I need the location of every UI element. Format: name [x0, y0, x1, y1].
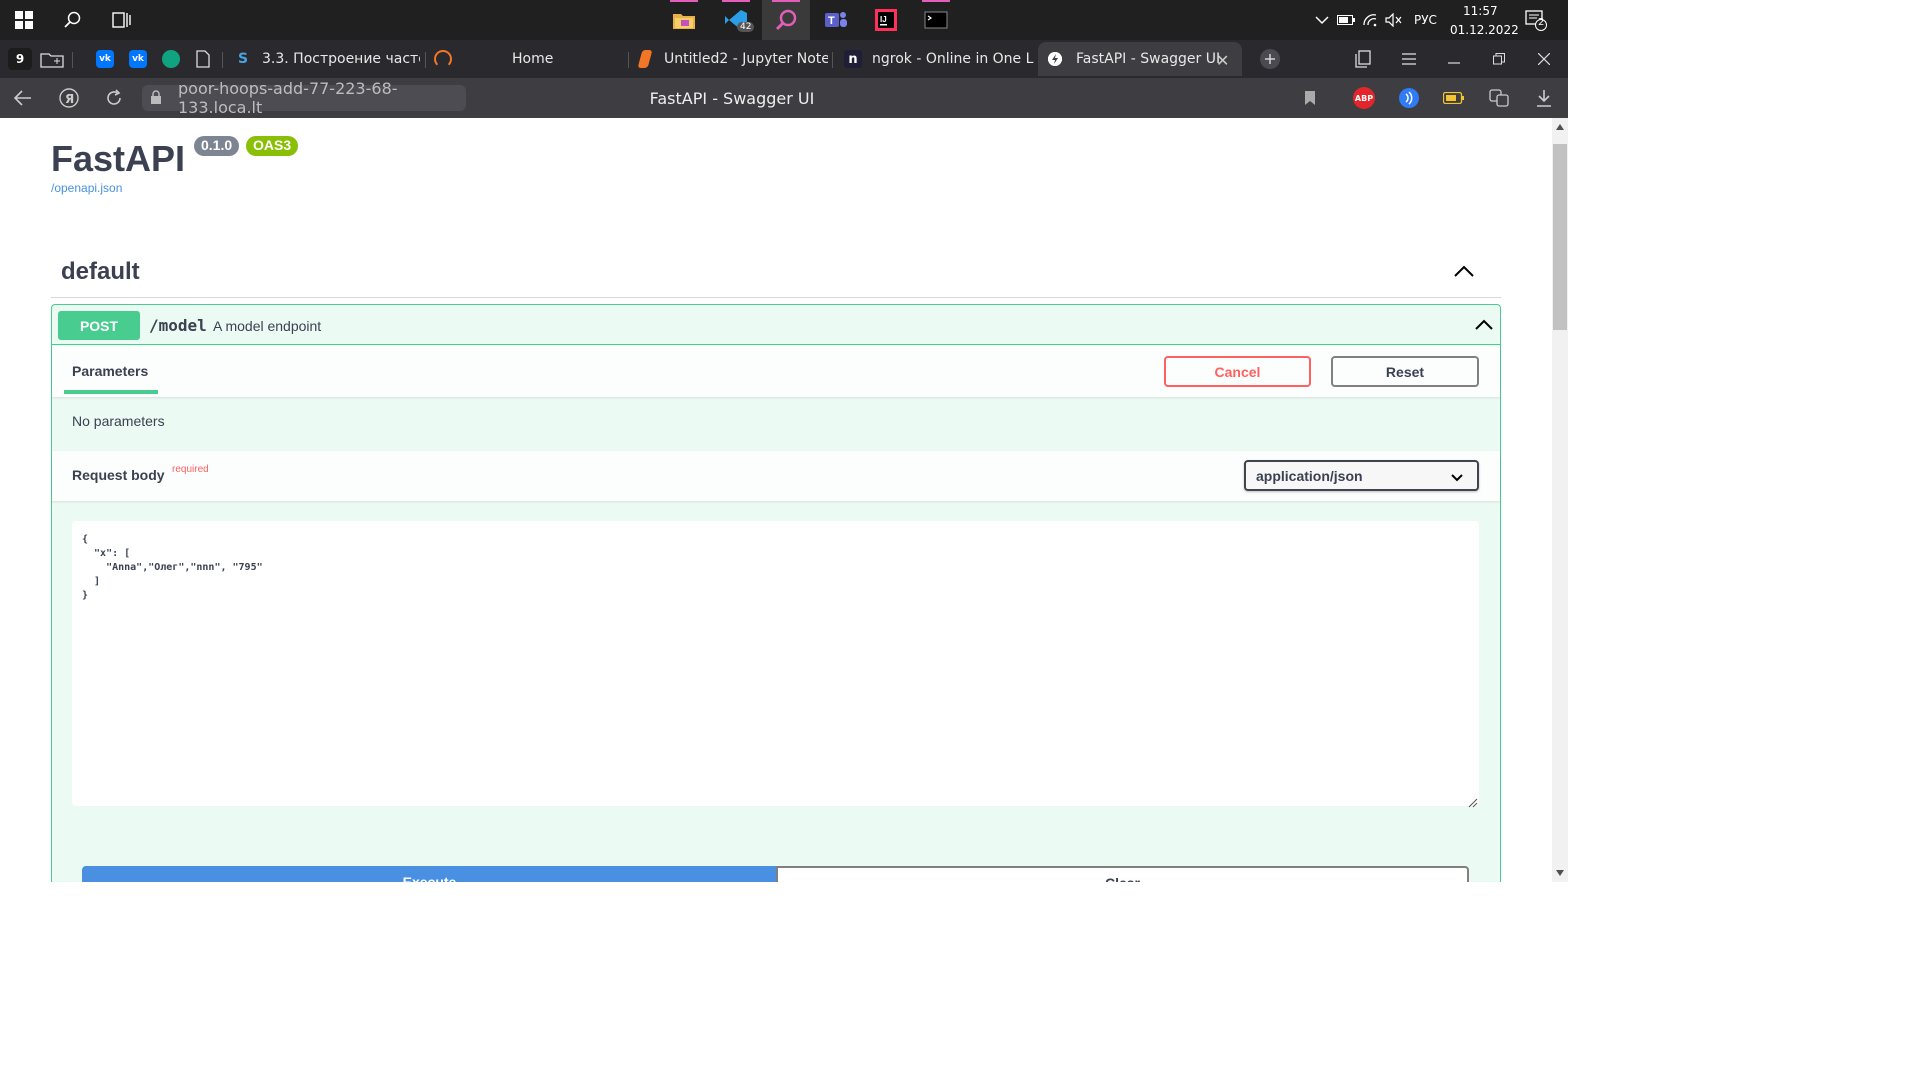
menu-icon[interactable] — [1397, 48, 1421, 70]
execute-row: Execute Clear — [82, 866, 1470, 882]
tab-label: FastAPI - Swagger UI — [1076, 51, 1221, 67]
vk-tab-icon[interactable]: vk — [93, 48, 117, 70]
task-view-icon[interactable] — [106, 4, 138, 36]
section-divider — [51, 297, 1501, 298]
openapi-json-link[interactable]: /openapi.json — [51, 181, 122, 195]
vscode-badge: 42 — [737, 22, 755, 32]
battery-saver-icon[interactable] — [1441, 86, 1467, 110]
tab-fastapi-swagger[interactable]: FastAPI - Swagger UI ✕ — [1038, 42, 1242, 76]
teams-app-icon[interactable]: T — [812, 0, 860, 40]
fastapi-favicon — [1048, 52, 1062, 66]
input-language[interactable]: РУС — [1414, 13, 1437, 27]
notebook-favicon — [637, 50, 653, 68]
file-explorer-app-icon[interactable] — [660, 0, 708, 40]
vscode-app-icon[interactable]: 42 — [712, 0, 760, 40]
notifications-count: 2 — [1538, 17, 1545, 28]
tab-home[interactable]: Home — [430, 42, 630, 76]
request-body-editor[interactable]: { "x": [ "Anna","Олег","nnn", "795" ] } — [72, 521, 1479, 806]
content-type-value: application/json — [1256, 467, 1363, 484]
stepik-favicon: S — [237, 51, 249, 67]
scroll-down-icon[interactable] — [1556, 870, 1564, 876]
operation-path: /model — [149, 316, 207, 335]
page-title-display: FastAPI - Swagger UI — [649, 89, 815, 108]
chevron-up-icon[interactable] — [1474, 317, 1494, 333]
resize-grip-icon[interactable] — [1468, 795, 1478, 813]
reset-button[interactable]: Reset — [1331, 356, 1479, 387]
search-app-icon[interactable] — [762, 0, 810, 40]
chatgpt-tab-icon[interactable] — [159, 48, 183, 70]
tab-label: ngrok - Online in One Line — [872, 51, 1034, 67]
section-title-default[interactable]: default — [61, 258, 140, 286]
request-body-header: Request body required application/json — [52, 451, 1500, 501]
svg-text:T: T — [828, 15, 835, 27]
operation-summary[interactable]: POST /model A model endpoint — [52, 305, 1500, 345]
tab-label: Untitled2 - Jupyter Notebo — [664, 51, 828, 67]
chevron-down-icon — [1451, 470, 1463, 482]
notifications-icon[interactable]: 2 — [1520, 4, 1552, 36]
cancel-button[interactable]: Cancel — [1164, 356, 1311, 387]
download-icon[interactable] — [1531, 86, 1557, 110]
new-tab-icon[interactable] — [1258, 48, 1282, 70]
document-tab-icon[interactable] — [191, 48, 215, 70]
tab-stepik[interactable]: S 3.3. Построение частотны — [230, 42, 420, 76]
browser-tab-bar: 9 vk vk S 3.3. Построение частотны Home … — [0, 40, 1568, 78]
close-window-icon[interactable] — [1532, 48, 1556, 70]
translate-icon[interactable] — [1486, 86, 1512, 110]
tab-label: Home — [512, 51, 554, 67]
close-tab-icon[interactable]: ✕ — [1216, 51, 1229, 70]
request-body-title: Request body — [72, 467, 165, 483]
version-badge: 0.1.0 — [194, 136, 240, 156]
clock-time[interactable]: 11:57 — [1463, 4, 1498, 18]
tab-jupyter-notebook[interactable]: Untitled2 - Jupyter Notebo — [636, 42, 828, 76]
search-icon[interactable] — [57, 4, 89, 36]
tab-label: 3.3. Построение частотны — [262, 51, 420, 67]
restore-icon[interactable] — [1487, 48, 1511, 70]
bookmark-icon[interactable] — [1297, 86, 1323, 110]
new-tab-group-icon[interactable] — [40, 48, 64, 70]
execute-button[interactable]: Execute — [82, 866, 777, 882]
active-tab-underline — [64, 390, 158, 394]
alice-voice-icon[interactable] — [1396, 86, 1422, 110]
tab-ngrok[interactable]: n ngrok - Online in One Line — [838, 42, 1034, 76]
vk-tab-icon-2[interactable]: vk — [126, 48, 150, 70]
parameters-header: Parameters Cancel Reset — [52, 346, 1500, 397]
chevron-up-icon[interactable] — [1452, 262, 1476, 280]
swagger-page: FastAPI 0.1.0 OAS3 /openapi.json default… — [0, 118, 1552, 882]
collections-icon[interactable] — [1351, 48, 1375, 70]
clock-date[interactable]: 01.12.2022 — [1450, 23, 1519, 37]
api-title: FastAPI — [51, 138, 186, 179]
browser-address-bar: Я poor-hoops-add-77-223-68-133.loca.lt F… — [0, 78, 1568, 118]
ngrok-favicon: n — [844, 50, 862, 68]
scroll-up-icon[interactable] — [1556, 124, 1564, 130]
jupyter-favicon — [434, 50, 452, 68]
windows-taskbar: 42 T IJ РУС 11:57 01.12.2022 2 — [0, 0, 1568, 40]
oas-badge: OAS3 — [246, 136, 299, 156]
content-type-select[interactable]: application/json — [1244, 460, 1479, 491]
tab-parameters[interactable]: Parameters — [72, 363, 148, 379]
scrollbar-thumb[interactable] — [1553, 144, 1567, 330]
required-label: required — [172, 464, 209, 475]
operation-description: A model endpoint — [213, 318, 322, 334]
tab-group-counter[interactable]: 9 — [8, 48, 32, 70]
windows-start-icon[interactable] — [8, 4, 40, 36]
svg-text:IJ: IJ — [880, 15, 887, 24]
clear-button[interactable]: Clear — [776, 866, 1469, 882]
adblock-plus-icon[interactable]: ABP — [1351, 86, 1377, 110]
adblock-label: ABP — [1353, 87, 1375, 109]
method-badge: POST — [58, 311, 140, 340]
minimize-icon[interactable] — [1442, 48, 1466, 70]
intellij-app-icon[interactable]: IJ — [862, 0, 910, 40]
operation-block-post-model: POST /model A model endpoint Parameters … — [51, 304, 1501, 882]
terminal-app-icon[interactable] — [912, 0, 960, 40]
volume-muted-icon[interactable] — [1378, 4, 1410, 36]
no-parameters-text: No parameters — [72, 413, 165, 429]
